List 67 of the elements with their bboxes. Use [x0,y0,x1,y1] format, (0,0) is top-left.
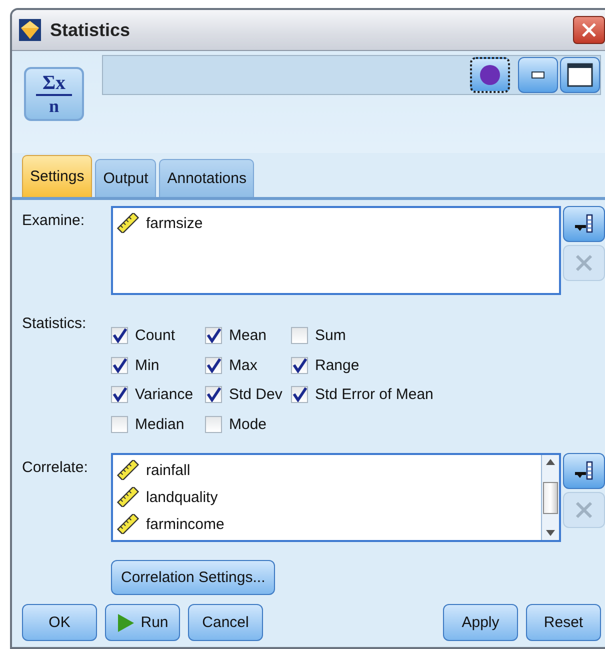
dialog-button[interactable]: Reset [526,604,601,641]
checkbox[interactable] [205,386,222,404]
checkbox[interactable] [291,327,308,344]
dialog-button[interactable]: Apply [443,604,518,641]
check-icon [292,358,307,373]
checkbox-label: Sum [315,327,346,344]
correlation-settings-button[interactable]: Correlation Settings... [111,560,276,596]
checkbox-label: Median [135,416,184,434]
minimize-button[interactable] [518,57,558,93]
checkbox[interactable] [291,386,308,404]
tab[interactable]: Output [95,159,156,197]
checkbox[interactable] [205,416,222,434]
check-icon [112,358,127,373]
numerator-text: Σx [42,73,66,93]
field-list-item[interactable]: farmincome [146,516,224,533]
denominator-text: n [48,97,59,115]
checkbox[interactable] [205,327,222,344]
checkbox-label: Min [135,356,160,374]
checkbox-label: Std Dev [229,386,282,404]
close-icon [581,22,597,38]
field-label: Statistics: [22,314,88,332]
remove-icon [574,500,594,520]
dialog-button[interactable]: OK [22,604,97,641]
close-button[interactable] [573,16,605,44]
maximize-button[interactable] [560,57,600,93]
field-picker-button[interactable] [563,453,605,490]
checkbox-label: Count [135,327,176,344]
check-icon [112,387,127,402]
app-diamond-icon [18,18,42,42]
run-button[interactable]: Run [105,604,180,641]
play-icon [116,612,135,632]
minimize-icon [531,70,545,80]
field-label: Correlate: [22,458,89,476]
tab[interactable]: Annotations [159,159,254,197]
checkbox-label: Range [315,356,360,374]
tab[interactable]: Settings [22,155,92,197]
field-list[interactable]: farmsize [111,206,561,295]
checkbox[interactable] [111,327,128,344]
field-picker-button[interactable] [563,206,605,242]
remove-icon [574,253,594,273]
checkbox[interactable] [205,356,222,374]
checkbox-label: Mode [229,416,267,434]
checkbox[interactable] [111,416,128,434]
dialog-button[interactable]: Cancel [188,604,263,641]
check-icon [206,358,221,373]
checkbox-label: Variance [135,386,194,404]
scrollbar[interactable] [541,455,559,540]
field-list-item[interactable]: rainfall [146,462,190,479]
checkbox[interactable] [291,356,308,374]
check-icon [292,387,307,402]
check-icon [206,387,221,402]
field-label: Examine: [22,211,86,229]
maximize-icon [567,63,593,87]
checkbox-label: Std Error of Mean [315,386,434,404]
check-icon [206,328,221,344]
window-title: Statistics [50,20,132,40]
help-button[interactable] [470,57,510,93]
checkbox[interactable] [111,356,128,374]
field-list[interactable]: rainfall landquality farmincome [111,453,561,542]
checkbox[interactable] [111,386,128,404]
help-icon [479,64,501,86]
field-list-item[interactable]: landquality [146,488,218,506]
node-name-field[interactable] [102,55,601,95]
field-list-item[interactable]: farmsize [146,214,203,232]
check-icon [112,328,127,344]
checkbox-label: Max [229,356,258,374]
checkbox-label: Mean [229,327,267,344]
